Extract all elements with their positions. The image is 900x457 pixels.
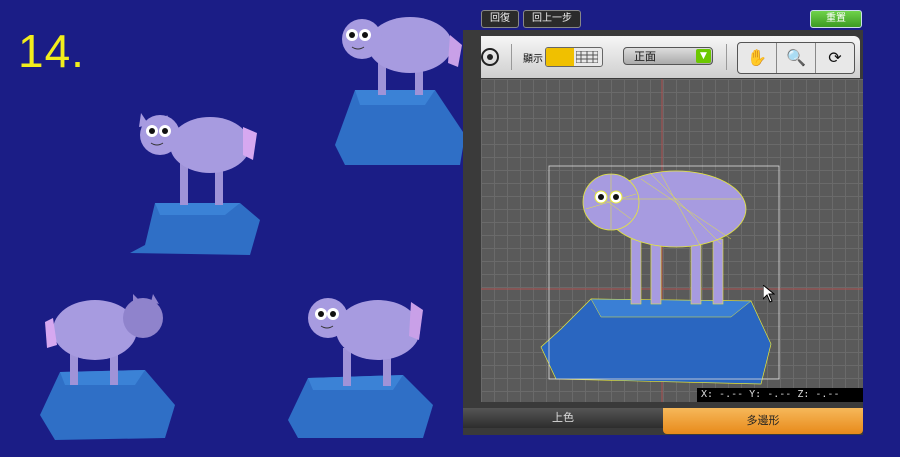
hand-tool-icon[interactable]: ✋ (738, 43, 777, 73)
display-mode-toggle[interactable] (545, 47, 603, 67)
wireframe-model (481, 79, 863, 402)
zoom-icon[interactable]: 🔍 (777, 43, 816, 73)
toolbar-separator (511, 44, 512, 70)
coordinates-readout: X: -.-- Y: -.-- Z: -.-- (697, 388, 863, 402)
view-select-value: 正面 (634, 50, 656, 63)
grid-mode-icon[interactable] (576, 51, 598, 63)
step-number: 14. (18, 25, 85, 77)
tab-polygon[interactable]: 多邊形 (663, 408, 863, 434)
back-step-button[interactable]: 回上一步 (523, 10, 581, 28)
shaded-mode-icon[interactable] (546, 48, 574, 66)
sheep-model-bottom-left (40, 294, 175, 440)
sheep-model-bottom-right (288, 298, 433, 438)
camera-rotate-icon[interactable]: ⟳ (816, 43, 854, 73)
tool-group: ✋ 🔍 ⟳ (737, 42, 855, 74)
rotate-view-icon[interactable] (481, 46, 503, 68)
mouse-cursor-icon (763, 285, 775, 303)
view-select[interactable]: 正面 ▼ (623, 47, 713, 65)
reset-button[interactable]: 重置 (810, 10, 862, 28)
sheep-model-front-left (130, 113, 260, 255)
sheep-model-top-right (335, 17, 465, 165)
3d-viewport[interactable] (481, 79, 863, 402)
toolbar-separator (726, 44, 727, 70)
display-label: 顯示 (523, 54, 543, 65)
undo-button[interactable]: 回復 (481, 10, 519, 28)
editor-toolbar: 顯示 正面 ▼ ✋ 🔍 ⟳ (481, 36, 860, 78)
chevron-down-icon[interactable]: ▼ (696, 49, 711, 63)
tab-color[interactable]: 上色 (463, 408, 663, 428)
